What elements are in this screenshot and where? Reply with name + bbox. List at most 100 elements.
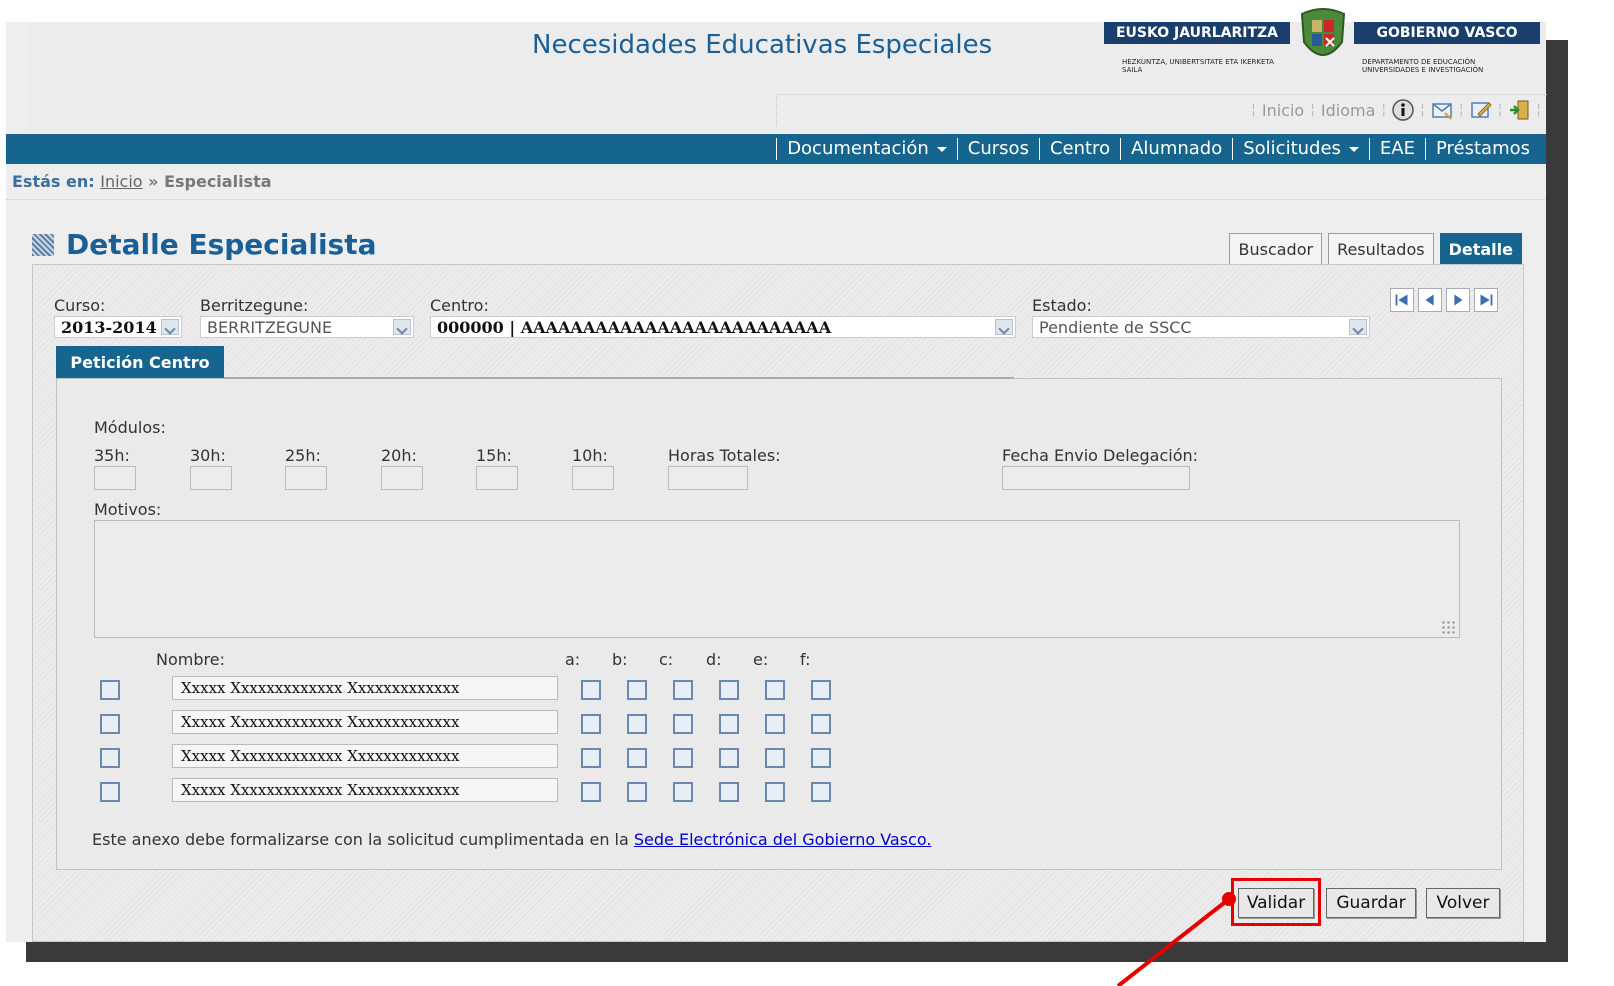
tab-detalle[interactable]: Detalle: [1439, 233, 1522, 266]
col-d-checkbox[interactable]: [719, 782, 739, 802]
curso-select[interactable]: 2013-2014: [54, 316, 182, 338]
col-b-checkbox[interactable]: [627, 680, 647, 700]
curso-value: 2013-2014: [61, 318, 157, 337]
centro-select[interactable]: 000000 | AAAAAAAAAAAAAAAAAAAAAAAAA: [430, 316, 1016, 338]
util-separator: ¦: [1310, 102, 1315, 118]
h20-field[interactable]: [381, 466, 423, 490]
util-inicio-link[interactable]: Inicio: [1262, 101, 1304, 120]
previous-record-icon[interactable]: [1418, 288, 1442, 312]
col-f-checkbox[interactable]: [811, 748, 831, 768]
breadcrumb-separator: »: [148, 172, 159, 191]
col-a-checkbox[interactable]: [581, 748, 601, 768]
tab-resultados[interactable]: Resultados: [1328, 233, 1434, 266]
nombre-header: Nombre:: [156, 650, 225, 669]
specialist-name-field[interactable]: Xxxxx Xxxxxxxxxxxxx Xxxxxxxxxxxxx: [172, 778, 558, 802]
edit-icon[interactable]: [1470, 99, 1492, 121]
h10-label: 10h:: [572, 446, 608, 465]
col-e-checkbox[interactable]: [765, 748, 785, 768]
nav-alumnado[interactable]: Alumnado: [1120, 138, 1232, 160]
specialist-name-field[interactable]: Xxxxx Xxxxxxxxxxxxx Xxxxxxxxxxxxx: [172, 710, 558, 734]
h10-field[interactable]: [572, 466, 614, 490]
next-record-icon[interactable]: [1446, 288, 1470, 312]
nav-prestamos[interactable]: Préstamos: [1424, 138, 1540, 160]
col-a-checkbox[interactable]: [581, 680, 601, 700]
col-c-checkbox[interactable]: [673, 748, 693, 768]
util-separator: ¦: [1536, 102, 1541, 118]
volver-button[interactable]: Volver: [1426, 888, 1500, 918]
utility-bar: ¦ Inicio ¦ Idioma ¦ ¦ ¦ ¦ ¦: [776, 94, 1547, 127]
col-e-checkbox[interactable]: [765, 782, 785, 802]
info-icon[interactable]: [1392, 99, 1414, 121]
chevron-down-icon: [995, 319, 1013, 335]
page-title: Detalle Especialista: [66, 228, 377, 261]
col-a-checkbox[interactable]: [581, 714, 601, 734]
estado-value: Pendiente de SSCC: [1039, 318, 1192, 337]
centro-label: Centro:: [430, 296, 489, 315]
col-b-checkbox[interactable]: [627, 782, 647, 802]
specialist-name-field[interactable]: Xxxxx Xxxxxxxxxxxxx Xxxxxxxxxxxxx: [172, 676, 558, 700]
col-f-checkbox[interactable]: [811, 714, 831, 734]
col-a-checkbox[interactable]: [581, 782, 601, 802]
annex-note: Este anexo debe formalizarse con la soli…: [92, 830, 931, 849]
berritzegune-label: Berritzegune:: [200, 296, 309, 315]
tab-buscador[interactable]: Buscador: [1229, 233, 1323, 266]
col-e-checkbox[interactable]: [765, 680, 785, 700]
h35-label: 35h:: [94, 446, 130, 465]
app-title: Necesidades Educativas Especiales: [532, 30, 993, 60]
h15-label: 15h:: [476, 446, 512, 465]
nav-documentacion[interactable]: Documentación: [776, 138, 957, 160]
nav-centro[interactable]: Centro: [1038, 138, 1120, 160]
first-record-icon[interactable]: [1390, 288, 1414, 312]
logout-icon[interactable]: [1508, 99, 1530, 121]
motivos-textarea[interactable]: [94, 520, 1460, 638]
divider: [224, 377, 1014, 379]
col-d-checkbox[interactable]: [719, 748, 739, 768]
specialist-name-field[interactable]: Xxxxx Xxxxxxxxxxxxx Xxxxxxxxxxxxx: [172, 744, 558, 768]
sede-electronica-link[interactable]: Sede Electrónica del Gobierno Vasco.: [634, 830, 932, 849]
mail-icon[interactable]: [1431, 99, 1453, 121]
centro-value: 000000 | AAAAAAAAAAAAAAAAAAAAAAAAA: [437, 318, 832, 337]
h30-field[interactable]: [190, 466, 232, 490]
nav-eae[interactable]: EAE: [1368, 138, 1425, 160]
col-c-checkbox[interactable]: [673, 714, 693, 734]
col-c-checkbox[interactable]: [673, 680, 693, 700]
col-b-checkbox[interactable]: [627, 748, 647, 768]
annex-note-text: Este anexo debe formalizarse con la soli…: [92, 830, 629, 849]
nav-solicitudes[interactable]: Solicitudes: [1232, 138, 1369, 160]
fecha-envio-field[interactable]: [1002, 466, 1190, 490]
title-icon: [32, 234, 54, 256]
nav-cursos[interactable]: Cursos: [956, 138, 1039, 160]
col-c-checkbox[interactable]: [673, 782, 693, 802]
col-f-checkbox[interactable]: [811, 680, 831, 700]
h15-field[interactable]: [476, 466, 518, 490]
col-e-checkbox[interactable]: [765, 714, 785, 734]
gov-right-label: GOBIERNO VASCO: [1354, 22, 1540, 44]
col-b-checkbox[interactable]: [627, 714, 647, 734]
resize-grip-icon[interactable]: [1441, 620, 1455, 634]
nav-label: Préstamos: [1435, 138, 1530, 159]
chevron-down-icon: [1348, 146, 1359, 152]
estado-select[interactable]: Pendiente de SSCC: [1032, 316, 1370, 338]
breadcrumb-home-link[interactable]: Inicio: [100, 172, 142, 191]
row-select-checkbox[interactable]: [100, 782, 120, 802]
col-f-checkbox[interactable]: [811, 782, 831, 802]
nav-label: Solicitudes: [1243, 138, 1341, 159]
tab-peticion-centro[interactable]: Petición Centro: [56, 346, 224, 378]
guardar-button[interactable]: Guardar: [1326, 888, 1416, 918]
nav-label: Documentación: [787, 138, 929, 159]
row-select-checkbox[interactable]: [100, 680, 120, 700]
util-idioma-link[interactable]: Idioma: [1321, 101, 1376, 120]
row-select-checkbox[interactable]: [100, 714, 120, 734]
col-d-checkbox[interactable]: [719, 680, 739, 700]
h35-field[interactable]: [94, 466, 136, 490]
modulos-label: Módulos:: [94, 418, 166, 437]
berritzegune-select[interactable]: BERRITZEGUNE: [200, 316, 414, 338]
row-select-checkbox[interactable]: [100, 748, 120, 768]
col-d-checkbox[interactable]: [719, 714, 739, 734]
last-record-icon[interactable]: [1474, 288, 1498, 312]
nav-label: Alumnado: [1131, 138, 1223, 159]
h25-field[interactable]: [285, 466, 327, 490]
gov-left-label: EUSKO JAURLARITZA: [1104, 22, 1290, 44]
horas-totales-field[interactable]: [668, 466, 748, 490]
col-f-header: f:: [800, 650, 811, 669]
